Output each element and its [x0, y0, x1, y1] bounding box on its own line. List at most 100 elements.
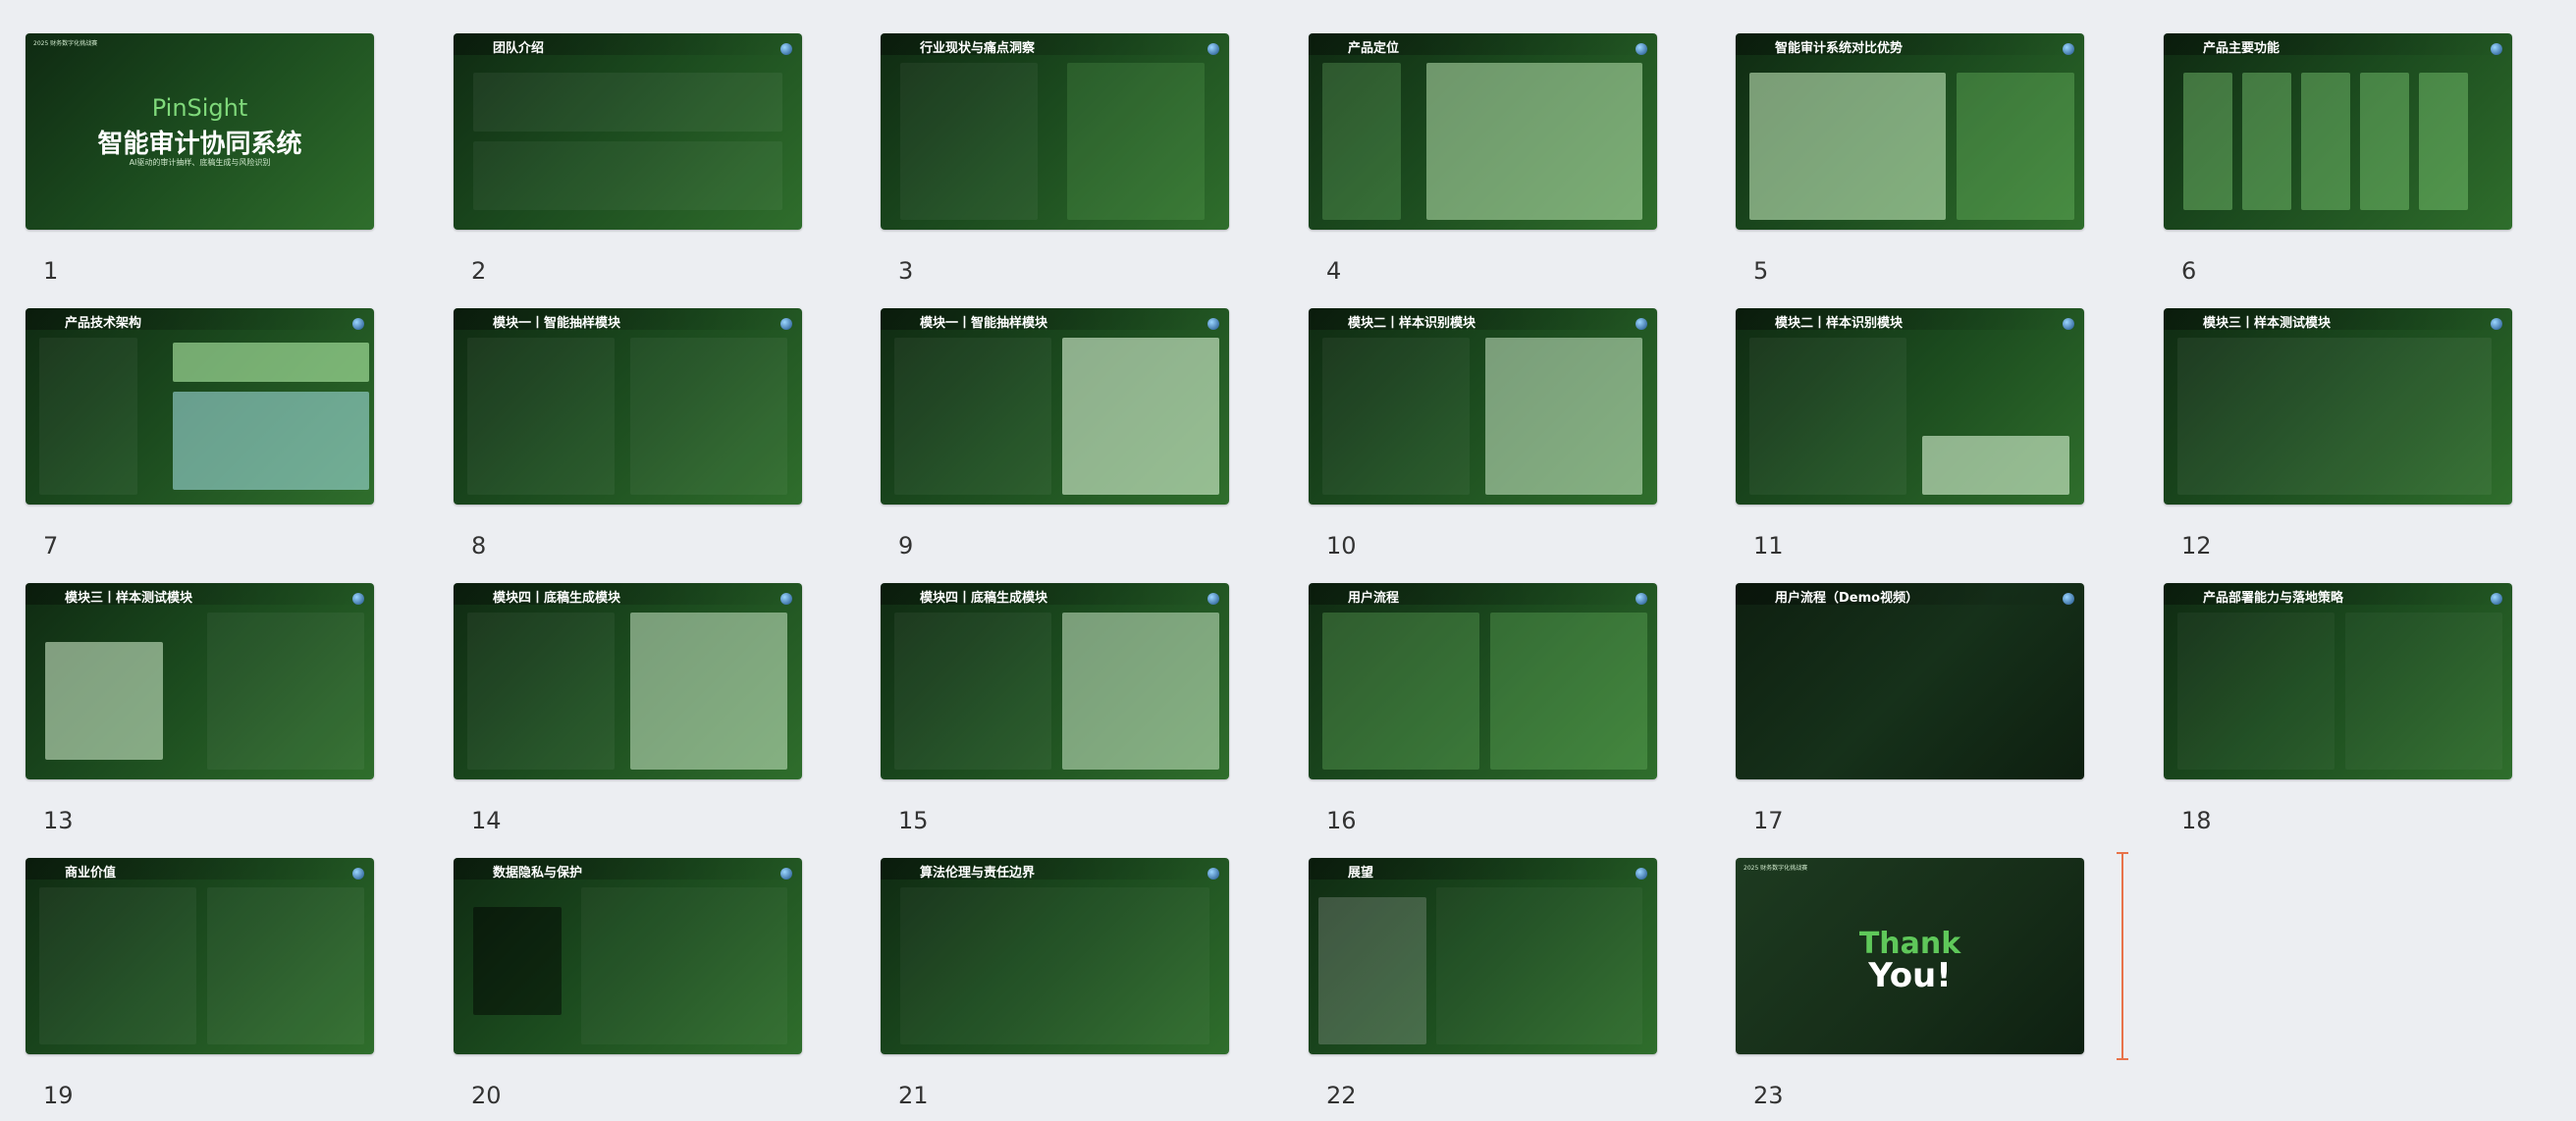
slide-preview[interactable]: 模块四丨底稿生成模块	[454, 583, 802, 779]
content-block	[1426, 63, 1642, 220]
slide-thumbnail-14[interactable]: 模块四丨底稿生成模块 14	[454, 583, 802, 838]
slide-title: 团队介绍	[493, 41, 545, 55]
slide-preview[interactable]: 模块四丨底稿生成模块	[881, 583, 1229, 779]
content-block	[207, 887, 364, 1044]
globe-icon	[352, 318, 364, 330]
globe-icon	[1208, 43, 1219, 55]
slide-thumbnail-3[interactable]: 行业现状与痛点洞察 3	[881, 33, 1229, 289]
slide-title: 商业价值	[65, 866, 117, 880]
slide-preview[interactable]: 算法伦理与责任边界	[881, 858, 1229, 1054]
slide-thumbnail-9[interactable]: 模块一丨智能抽样模块 9	[881, 308, 1229, 563]
slide-title: 算法伦理与责任边界	[920, 866, 1036, 880]
slide-thumbnail-18[interactable]: 产品部署能力与落地策略 18	[2164, 583, 2512, 838]
content-block	[1062, 613, 1219, 770]
slide-thumbnail-23[interactable]: 2025 财务数字化挑战赛 Thank You! 23	[1736, 858, 2084, 1113]
slide-preview[interactable]: 团队介绍	[454, 33, 802, 230]
slide-tagline: 2025 财务数字化挑战赛	[1744, 865, 1808, 872]
slide-thumbnail-6[interactable]: 产品主要功能 6	[2164, 33, 2512, 289]
slide-preview[interactable]: 2025 财务数字化挑战赛 Thank You!	[1736, 858, 2084, 1054]
slide-title: 产品技术架构	[65, 316, 142, 330]
slide-thumbnail-13[interactable]: 模块三丨样本测试模块 13	[26, 583, 374, 838]
slide-thumbnail-2[interactable]: 团队介绍 2	[454, 33, 802, 289]
slide-thumbnail-17[interactable]: 用户流程（Demo视频） 17	[1736, 583, 2084, 838]
slide-preview[interactable]: 模块二丨样本识别模块	[1736, 308, 2084, 505]
content-block	[1490, 613, 1647, 770]
slide-title: 产品主要功能	[2203, 41, 2281, 55]
slide-thumbnail-10[interactable]: 模块二丨样本识别模块 10	[1309, 308, 1657, 563]
globe-icon	[2491, 318, 2502, 330]
slide-number: 5	[1753, 257, 1769, 285]
slide-preview[interactable]: 展望	[1309, 858, 1657, 1054]
slide-title: 智能审计系统对比优势	[1775, 41, 1904, 55]
globe-icon	[1636, 43, 1647, 55]
slide-preview[interactable]: 产品定位	[1309, 33, 1657, 230]
slide-number: 14	[471, 807, 502, 834]
content-block	[1436, 887, 1642, 1044]
slide-preview[interactable]: 模块二丨样本识别模块	[1309, 308, 1657, 505]
content-block	[2301, 73, 2350, 210]
slide-thumbnail-7[interactable]: 产品技术架构 7	[26, 308, 374, 563]
slide-preview[interactable]: 模块三丨样本测试模块	[26, 583, 374, 779]
slide-title: 模块四丨底稿生成模块	[920, 591, 1048, 605]
content-block	[45, 642, 163, 760]
slide-preview[interactable]: 产品部署能力与落地策略	[2164, 583, 2512, 779]
slide-title: 产品定位	[1348, 41, 1400, 55]
slide-preview[interactable]: 2025 财务数字化挑战赛 PinSight 智能审计协同系统 AI驱动的审计抽样、底…	[26, 33, 374, 230]
slide-thumbnail-5[interactable]: 智能审计系统对比优势 5	[1736, 33, 2084, 289]
content-block	[467, 613, 615, 770]
slide-sorter-grid: 2025 财务数字化挑战赛 PinSight 智能审计协同系统 AI驱动的审计抽样、底…	[0, 0, 2576, 1121]
insertion-cursor-bottom	[2117, 1058, 2128, 1060]
content-block	[2177, 613, 2334, 770]
slide-preview[interactable]: 数据隐私与保护	[454, 858, 802, 1054]
globe-icon	[1636, 868, 1647, 880]
content-block	[173, 392, 369, 490]
globe-icon	[780, 318, 792, 330]
slide-thumbnail-20[interactable]: 数据隐私与保护 20	[454, 858, 802, 1113]
slide-preview[interactable]: 商业价值	[26, 858, 374, 1054]
slide-number: 15	[898, 807, 929, 834]
globe-icon	[1636, 593, 1647, 605]
slide-thumbnail-15[interactable]: 模块四丨底稿生成模块 15	[881, 583, 1229, 838]
content-block	[473, 73, 782, 132]
slide-preview[interactable]: 模块一丨智能抽样模块	[454, 308, 802, 505]
slide-number: 11	[1753, 532, 1784, 560]
slide-preview[interactable]: 用户流程	[1309, 583, 1657, 779]
slide-preview[interactable]: 行业现状与痛点洞察	[881, 33, 1229, 230]
content-block	[2419, 73, 2468, 210]
slide-thumbnail-16[interactable]: 用户流程 16	[1309, 583, 1657, 838]
slide-number: 23	[1753, 1082, 1784, 1109]
slide-number: 3	[898, 257, 914, 285]
content-block	[207, 613, 364, 770]
slide-thumbnail-19[interactable]: 商业价值 19	[26, 858, 374, 1113]
content-block	[1067, 63, 1205, 220]
slide-thumbnail-8[interactable]: 模块一丨智能抽样模块 8	[454, 308, 802, 563]
slide-number: 8	[471, 532, 487, 560]
content-block	[2177, 338, 2492, 495]
slide-preview[interactable]: 产品主要功能	[2164, 33, 2512, 230]
slide-thumbnail-12[interactable]: 模块三丨样本测试模块 12	[2164, 308, 2512, 563]
slide-number: 10	[1326, 532, 1357, 560]
content-block	[2345, 613, 2502, 770]
slide-preview[interactable]: 模块三丨样本测试模块	[2164, 308, 2512, 505]
content-block	[39, 338, 137, 495]
globe-icon	[1208, 868, 1219, 880]
slide-thumbnail-4[interactable]: 产品定位 4	[1309, 33, 1657, 289]
slide-preview[interactable]: 模块一丨智能抽样模块	[881, 308, 1229, 505]
content-block	[1322, 63, 1401, 220]
slide-number: 9	[898, 532, 914, 560]
slide-thumbnail-22[interactable]: 展望 22	[1309, 858, 1657, 1113]
slide-title: 产品部署能力与落地策略	[2203, 591, 2344, 605]
slide-preview[interactable]: 智能审计系统对比优势	[1736, 33, 2084, 230]
slide-thumbnail-1[interactable]: 2025 财务数字化挑战赛 PinSight 智能审计协同系统 AI驱动的审计抽样、底…	[26, 33, 374, 289]
slide-title: 用户流程（Demo视频）	[1775, 591, 1919, 605]
slide-preview[interactable]: 用户流程（Demo视频）	[1736, 583, 2084, 779]
slide-number: 4	[1326, 257, 1342, 285]
content-block	[1062, 338, 1219, 495]
content-block	[39, 887, 196, 1044]
insertion-cursor	[2121, 852, 2123, 1060]
slide-subtitle: AI驱动的审计抽样、底稿生成与风险识别	[129, 158, 271, 167]
slide-thumbnail-21[interactable]: 算法伦理与责任边界 21	[881, 858, 1229, 1113]
globe-icon	[352, 593, 364, 605]
slide-preview[interactable]: 产品技术架构	[26, 308, 374, 505]
slide-thumbnail-11[interactable]: 模块二丨样本识别模块 11	[1736, 308, 2084, 563]
